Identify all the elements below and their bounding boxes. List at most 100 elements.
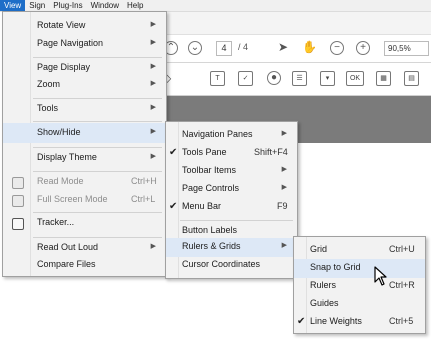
view-item-compare-files[interactable]: Compare Files [3, 256, 166, 275]
menu-item-shortcut: Ctrl+5 [389, 316, 414, 326]
menu-item-label: Toolbar Items [182, 165, 237, 175]
button-tool-icon[interactable]: OK [346, 71, 364, 86]
date-field-icon[interactable]: ▤ [404, 71, 419, 86]
navigation-toolbar: ⌃ ⌄ 4 / 4 ➤ ✋ − + 90,5% [150, 35, 431, 63]
view-item-read-mode[interactable]: Read Mode Ctrl+H [3, 173, 166, 192]
show-hide-submenu: Navigation Panes ▶ ✔ Tools Pane Shift+F4… [165, 121, 298, 279]
menu-item-label: Cursor Coordinates [182, 259, 261, 269]
submenu-arrow-icon: ▶ [150, 153, 156, 160]
menu-item-shortcut: Ctrl+U [389, 244, 415, 254]
menu-plug-ins[interactable]: Plug-Ins [49, 0, 86, 11]
menu-item-label: Full Screen Mode [37, 194, 108, 204]
list-box-tool-icon[interactable]: ☰ [292, 71, 307, 86]
menu-item-label: Rotate View [37, 20, 86, 30]
menu-item-label: Page Controls [182, 183, 240, 193]
view-item-rotate-view[interactable]: Rotate View ▶ [3, 17, 166, 36]
top-toolbar [150, 12, 431, 35]
view-item-tracker[interactable]: Tracker... [3, 214, 166, 233]
full-screen-icon [12, 195, 24, 207]
menu-item-label: Show/Hide [37, 127, 81, 137]
menu-item-label: Zoom [37, 79, 61, 89]
menu-separator [33, 237, 162, 238]
menu-item-label: Grid [310, 244, 328, 254]
view-menu: Rotate View ▶ Page Navigation ▶ Page Dis… [2, 11, 167, 277]
rulers-item-line-weights[interactable]: ✔ Line Weights Ctrl+5 [294, 313, 425, 332]
read-mode-icon [12, 177, 24, 189]
submenu-arrow-icon: ▶ [150, 21, 156, 28]
menu-help[interactable]: Help [123, 0, 147, 11]
menu-item-label: Page Display [37, 62, 91, 72]
menu-item-shortcut: Ctrl+H [131, 176, 157, 186]
menu-item-label: Rulers & Grids [182, 241, 241, 251]
menu-item-label: Navigation Panes [182, 129, 253, 139]
menu-item-label: Display Theme [37, 152, 97, 162]
submenu-arrow-icon: ▶ [150, 104, 156, 111]
page-number-input[interactable]: 4 [216, 41, 232, 56]
menu-sign[interactable]: Sign [25, 0, 49, 11]
submenu-arrow-icon: ▶ [150, 243, 156, 250]
menu-item-shortcut: Shift+F4 [254, 147, 288, 157]
menu-item-label: Menu Bar [182, 201, 222, 211]
next-page-icon[interactable]: ⌄ [188, 41, 202, 55]
menu-item-label: Rulers [310, 280, 337, 290]
menu-separator [33, 171, 162, 172]
menu-item-label: Line Weights [310, 316, 362, 326]
submenu-arrow-icon: ▶ [281, 242, 287, 249]
radio-button-tool-icon[interactable]: ● [267, 71, 281, 85]
showhide-item-menu-bar[interactable]: ✔ Menu Bar F9 [166, 198, 297, 217]
menu-item-label: Tracker... [37, 217, 75, 227]
rulers-item-snap-to-grid[interactable]: Snap to Grid [294, 259, 425, 278]
view-item-show-hide[interactable]: Show/Hide ▶ [3, 123, 166, 143]
submenu-arrow-icon: ▶ [150, 128, 156, 135]
menu-view[interactable]: View [0, 0, 26, 11]
menu-separator [33, 212, 162, 213]
zoom-level-select[interactable]: 90,5% [384, 41, 429, 56]
menu-item-label: Snap to Grid [310, 262, 361, 272]
text-field-icon[interactable]: T [210, 71, 225, 86]
submenu-arrow-icon: ▶ [150, 39, 156, 46]
mouse-pointer-icon [374, 266, 387, 286]
menu-item-label: Tools [37, 103, 59, 113]
submenu-arrow-icon: ▶ [281, 166, 287, 173]
checkmark-icon: ✔ [169, 201, 178, 212]
tracker-icon [12, 218, 24, 230]
rulers-item-rulers[interactable]: Rulers Ctrl+R [294, 277, 425, 296]
menu-window[interactable]: Window [87, 0, 123, 11]
menu-separator [33, 147, 162, 148]
menu-item-label: Tools Pane [182, 147, 227, 157]
view-item-tools[interactable]: Tools ▶ [3, 100, 166, 119]
rulers-item-guides[interactable]: Guides [294, 295, 425, 314]
dropdown-tool-icon[interactable]: ▾ [320, 71, 335, 86]
view-item-zoom[interactable]: Zoom ▶ [3, 76, 166, 95]
menu-item-label: Button Labels [182, 225, 238, 235]
image-tool-icon[interactable]: ▦ [376, 71, 391, 86]
submenu-arrow-icon: ▶ [281, 184, 287, 191]
menu-item-label: Page Navigation [37, 38, 104, 48]
checkmark-icon: ✔ [169, 147, 178, 158]
view-item-display-theme[interactable]: Display Theme ▶ [3, 149, 166, 168]
showhide-item-navigation-panes[interactable]: Navigation Panes ▶ [166, 126, 297, 145]
showhide-item-cursor-coordinates[interactable]: Cursor Coordinates [166, 256, 297, 275]
rulers-item-grid[interactable]: Grid Ctrl+U [294, 241, 425, 260]
zoom-out-icon[interactable]: − [330, 41, 344, 55]
checkbox-tool-icon[interactable]: ✓ [238, 71, 253, 86]
hand-tool-icon[interactable]: ✋ [302, 40, 317, 54]
showhide-item-toolbar-items[interactable]: Toolbar Items ▶ [166, 162, 297, 181]
zoom-in-icon[interactable]: + [356, 41, 370, 55]
submenu-arrow-icon: ▶ [150, 63, 156, 70]
tools-toolbar: ◇ T ✓ ● ☰ ▾ OK ▦ ▤ [150, 63, 431, 96]
menu-separator [180, 220, 293, 221]
page-total: / 4 [238, 42, 249, 52]
view-item-page-navigation[interactable]: Page Navigation ▶ [3, 35, 166, 54]
select-cursor-icon[interactable]: ➤ [278, 40, 288, 54]
showhide-item-tools-pane[interactable]: ✔ Tools Pane Shift+F4 [166, 144, 297, 163]
menu-item-shortcut: Ctrl+L [131, 194, 156, 204]
menu-item-shortcut: Ctrl+R [389, 280, 415, 290]
menu-item-label: Read Mode [37, 176, 84, 186]
view-item-full-screen-mode[interactable]: Full Screen Mode Ctrl+L [3, 191, 166, 210]
menu-item-label: Guides [310, 298, 339, 308]
showhide-item-rulers-grids[interactable]: Rulers & Grids ▶ [166, 238, 297, 257]
showhide-item-page-controls[interactable]: Page Controls ▶ [166, 180, 297, 199]
menu-item-shortcut: F9 [277, 201, 288, 211]
checkmark-icon: ✔ [297, 316, 306, 327]
